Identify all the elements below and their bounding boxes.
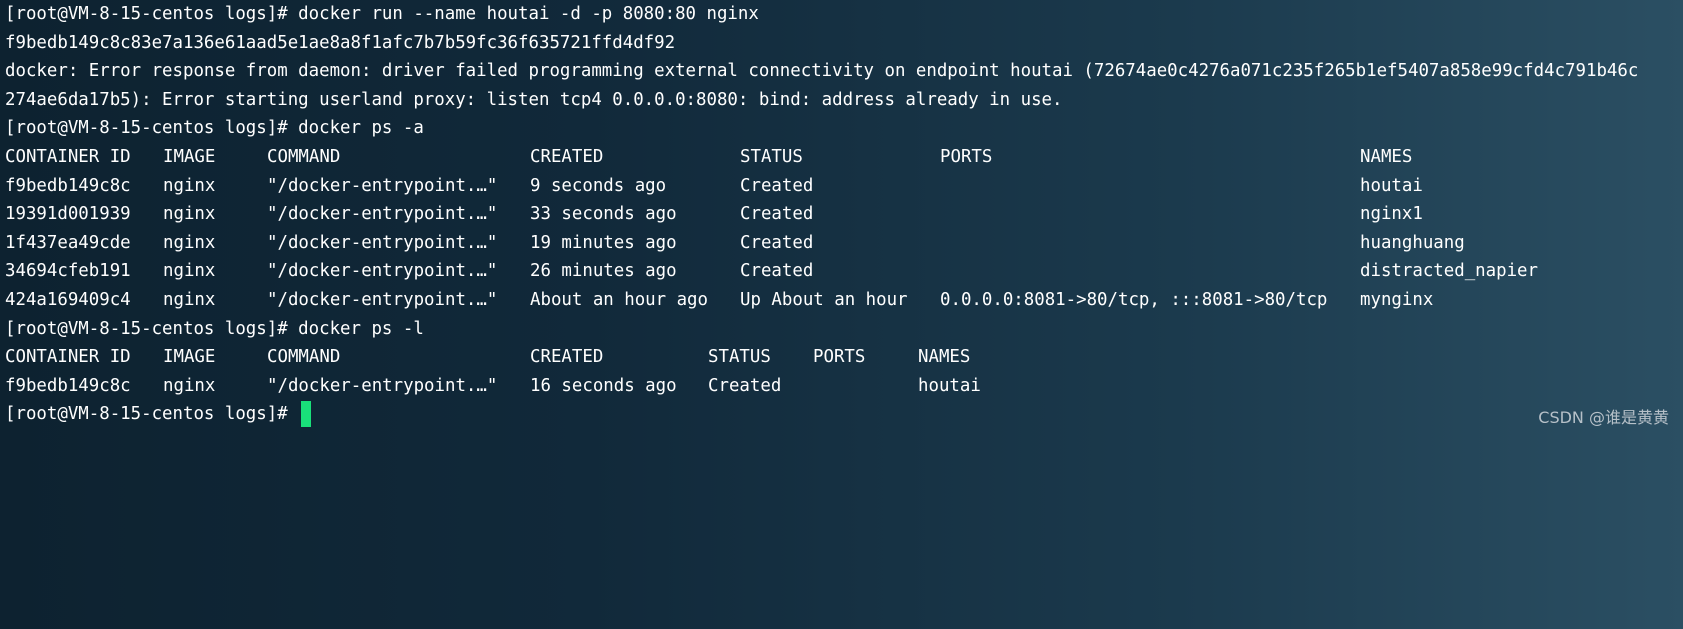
container-id-cell: f9bedb149c8c	[5, 375, 131, 396]
ps-a-header-ports: PORTS	[940, 146, 993, 167]
table-row: f9bedb149c8c nginx "/docker-entrypoint.……	[0, 172, 1683, 201]
terminal-line-ps-l-command: [root@VM-8-15-centos logs]# docker ps -l	[5, 318, 424, 339]
created-cell: 19 minutes ago	[530, 232, 677, 253]
ps-l-header-command: COMMAND	[267, 347, 341, 368]
ps-a-header-status: STATUS	[740, 146, 803, 167]
container-id-cell: f9bedb149c8c	[5, 175, 131, 196]
image-cell: nginx	[163, 289, 216, 310]
table-row: 34694cfeb191 nginx "/docker-entrypoint.……	[0, 257, 1683, 286]
ps-l-header-created: CREATED	[530, 347, 604, 368]
image-cell: nginx	[163, 232, 216, 253]
names-cell: distracted_napier	[1360, 261, 1538, 282]
ps-a-header-row: CONTAINER ID IMAGE COMMAND CREATED STATU…	[0, 143, 1683, 172]
names-cell: huanghuang	[1360, 232, 1465, 253]
created-cell: 33 seconds ago	[530, 204, 677, 225]
command-cell: "/docker-entrypoint.…"	[267, 232, 498, 253]
container-id-cell: 34694cfeb191	[5, 261, 131, 282]
table-row: f9bedb149c8c nginx "/docker-entrypoint.……	[0, 372, 1683, 401]
ps-l-header-image: IMAGE	[163, 347, 216, 368]
terminal-line-ps-a-command: [root@VM-8-15-centos logs]# docker ps -a	[5, 118, 424, 139]
status-cell: Created	[740, 261, 814, 282]
container-id-cell: 19391d001939	[5, 204, 131, 225]
names-cell: mynginx	[1360, 289, 1434, 310]
ps-a-header-names: NAMES	[1360, 146, 1413, 167]
ps-a-header-command: COMMAND	[267, 146, 341, 167]
status-cell: Up About an hour	[740, 289, 908, 310]
created-cell: About an hour ago	[530, 289, 708, 310]
table-row: 1f437ea49cde nginx "/docker-entrypoint.……	[0, 229, 1683, 258]
table-row: 19391d001939 nginx "/docker-entrypoint.……	[0, 200, 1683, 229]
ps-l-header-names: NAMES	[918, 347, 971, 368]
ps-l-header-ports: PORTS	[813, 347, 866, 368]
command-cell: "/docker-entrypoint.…"	[267, 204, 498, 225]
image-cell: nginx	[163, 261, 216, 282]
terminal-line-container-hash: f9bedb149c8c83e7a136e61aad5e1ae8a8f1afc7…	[5, 32, 676, 53]
command-cell: "/docker-entrypoint.…"	[267, 375, 498, 396]
names-cell: houtai	[1360, 175, 1423, 196]
status-cell: Created	[740, 232, 814, 253]
command-cell: "/docker-entrypoint.…"	[267, 261, 498, 282]
terminal-window[interactable]: [root@VM-8-15-centos logs]# docker run -…	[0, 0, 1683, 436]
container-id-cell: 1f437ea49cde	[5, 232, 131, 253]
image-cell: nginx	[163, 204, 216, 225]
container-id-cell: 424a169409c4	[5, 289, 131, 310]
created-cell: 9 seconds ago	[530, 175, 667, 196]
image-cell: nginx	[163, 175, 216, 196]
table-row: 424a169409c4 nginx "/docker-entrypoint.……	[0, 286, 1683, 315]
image-cell: nginx	[163, 375, 216, 396]
terminal-line-run-command: [root@VM-8-15-centos logs]# docker run -…	[5, 4, 759, 24]
status-cell: Created	[708, 375, 782, 396]
terminal-line-error-1: docker: Error response from daemon: driv…	[5, 61, 1639, 82]
ps-a-header-container-id: CONTAINER ID	[5, 146, 131, 167]
names-cell: houtai	[918, 375, 981, 396]
command-cell: "/docker-entrypoint.…"	[267, 289, 498, 310]
terminal-cursor	[301, 401, 312, 428]
ps-l-header-container-id: CONTAINER ID	[5, 347, 131, 368]
ps-l-header-status: STATUS	[708, 347, 771, 368]
status-cell: Created	[740, 204, 814, 225]
terminal-line-error-2: 274ae6da17b5): Error starting userland p…	[5, 89, 1063, 110]
current-prompt-text: [root@VM-8-15-centos logs]#	[5, 404, 299, 425]
ps-a-header-created: CREATED	[530, 146, 604, 167]
command-cell: "/docker-entrypoint.…"	[267, 175, 498, 196]
created-cell: 26 minutes ago	[530, 261, 677, 282]
names-cell: nginx1	[1360, 204, 1423, 225]
ports-cell: 0.0.0.0:8081->80/tcp, :::8081->80/tcp	[940, 289, 1328, 310]
ps-a-header-image: IMAGE	[163, 146, 216, 167]
ps-l-header-row: CONTAINER ID IMAGE COMMAND CREATED STATU…	[0, 343, 1683, 372]
csdn-watermark: CSDN @谁是黄黄	[1538, 408, 1669, 427]
terminal-line-current-prompt[interactable]: [root@VM-8-15-centos logs]#	[0, 400, 1683, 429]
created-cell: 16 seconds ago	[530, 375, 677, 396]
status-cell: Created	[740, 175, 814, 196]
